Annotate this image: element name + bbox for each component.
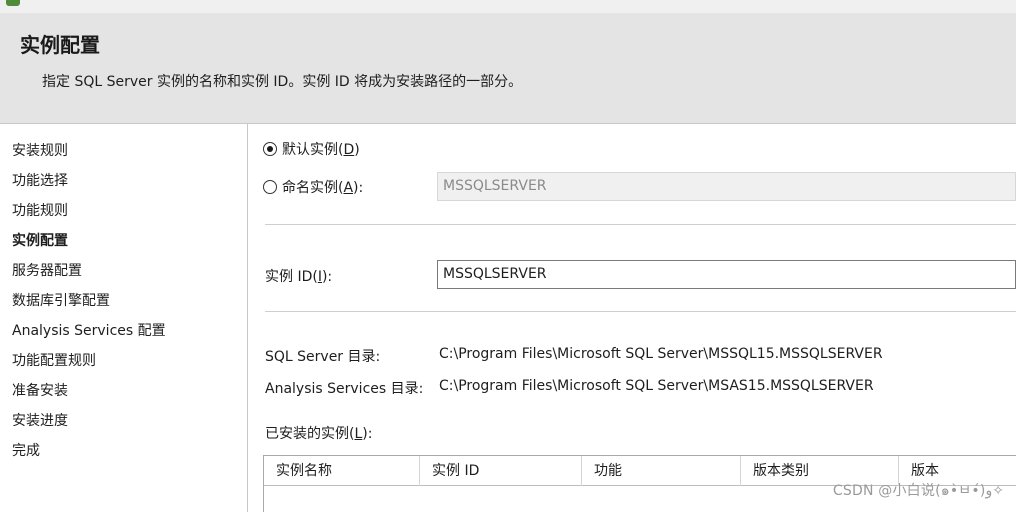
sidebar-item-instance-config[interactable]: 实例配置 [12,230,68,250]
named-instance-input[interactable]: MSSQLSERVER [437,172,1016,201]
sidebar-item-db-engine-config[interactable]: 数据库引擎配置 [12,290,110,310]
sidebar-item-feature-selection[interactable]: 功能选择 [12,170,68,190]
wizard-steps-sidebar: 安装规则 功能选择 功能规则 实例配置 服务器配置 数据库引擎配置 Analys… [0,124,248,512]
page-subtitle: 指定 SQL Server 实例的名称和实例 ID。实例 ID 将成为安装路径的… [42,74,523,90]
column-header-features[interactable]: 功能 [582,456,741,486]
radio-unchecked-icon [263,180,277,194]
sidebar-item-complete[interactable]: 完成 [12,440,40,460]
column-header-instance-name[interactable]: 实例名称 [264,456,420,486]
instance-id-label: 实例 ID(I): [265,269,333,285]
sql-server-dir-value: C:\Program Files\Microsoft SQL Server\MS… [439,346,883,362]
named-instance-radio[interactable]: 命名实例(A): [263,177,363,197]
default-instance-radio[interactable]: 默认实例(D) [263,139,360,159]
sql-server-dir-label: SQL Server 目录: [265,349,381,365]
named-instance-label: 命名实例(A): [282,180,364,196]
column-header-instance-id[interactable]: 实例 ID [420,456,582,486]
sidebar-item-install-rules[interactable]: 安装规则 [12,140,68,160]
watermark: CSDN @小白说(๑•̀ㅂ•́)و✧ [832,483,1004,499]
analysis-services-dir-value: C:\Program Files\Microsoft SQL Server\MS… [439,378,874,394]
sidebar-item-feature-rules[interactable]: 功能规则 [12,200,68,220]
analysis-services-dir-label: Analysis Services 目录: [265,381,424,397]
sidebar-item-analysis-services-config[interactable]: Analysis Services 配置 [12,320,166,340]
window-titlebar [0,0,1016,14]
installed-instances-label: 已安装的实例(L): [265,426,373,442]
sidebar-item-ready-to-install[interactable]: 准备安装 [12,380,68,400]
radio-checked-icon [263,142,277,156]
page-header: 实例配置 指定 SQL Server 实例的名称和实例 ID。实例 ID 将成为… [0,14,1016,124]
sidebar-item-install-progress[interactable]: 安装进度 [12,410,68,430]
page-title: 实例配置 [20,33,100,57]
app-icon [6,0,20,6]
instance-config-panel: 默认实例(D) 命名实例(A): MSSQLSERVER 实例 ID(I): M… [249,124,1016,512]
separator [265,224,1016,225]
sidebar-item-server-config[interactable]: 服务器配置 [12,260,82,280]
sidebar-item-feature-config-rules[interactable]: 功能配置规则 [12,350,96,370]
instance-id-input[interactable]: MSSQLSERVER [437,260,1016,289]
default-instance-label: 默认实例(D) [282,142,360,158]
separator [265,311,1016,312]
